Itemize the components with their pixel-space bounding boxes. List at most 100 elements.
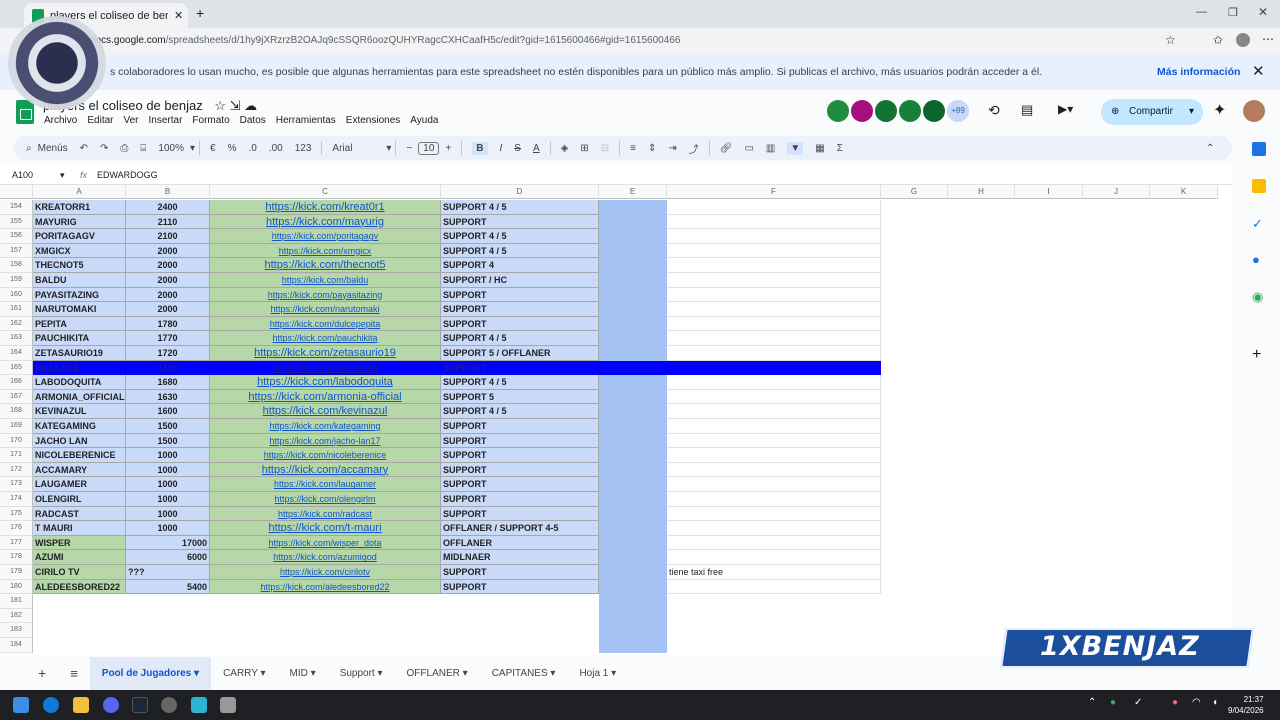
cell[interactable] <box>599 287 667 303</box>
notepad-icon[interactable] <box>191 697 207 713</box>
cell-name[interactable]: KATEGAMING <box>33 419 126 434</box>
increase-decimals-button[interactable]: .00 <box>269 143 283 154</box>
cell-role[interactable]: SUPPORT <box>441 492 599 507</box>
cell-mmr[interactable]: ??? <box>126 565 210 580</box>
cell[interactable] <box>599 579 667 595</box>
cell-kick-link[interactable]: https://kick.com/pauchikita <box>210 331 441 346</box>
tasks-icon[interactable]: ✓ <box>1252 216 1263 232</box>
cell-role[interactable]: SUPPORT 5 <box>441 389 599 405</box>
cell-kick-link[interactable]: https://kick.com/kategaming <box>210 419 441 434</box>
edge-icon[interactable] <box>43 697 59 713</box>
share-button[interactable]: ⊕ Compartir ▾ <box>1101 99 1203 125</box>
cell-role[interactable]: SUPPORT <box>441 214 599 230</box>
redo-icon[interactable]: ↷ <box>100 143 108 154</box>
row-number[interactable]: 157 <box>0 243 33 259</box>
cell-kick-link[interactable]: https://kick.com/radcast <box>210 506 441 522</box>
cell-kick-link[interactable]: https://kick.com/labodoquita <box>210 375 441 390</box>
close-window-icon[interactable]: ✕ <box>1258 5 1268 19</box>
user-avatar[interactable] <box>1243 100 1265 122</box>
cell[interactable] <box>599 506 667 522</box>
cell-kick-link[interactable]: https://kick.com/armonia-official <box>210 389 441 405</box>
cell-name[interactable]: ZETASAURIO19 <box>33 346 126 361</box>
gemini-icon[interactable]: ✦ <box>1213 100 1226 120</box>
obs-icon[interactable] <box>161 697 177 713</box>
cell[interactable] <box>599 448 667 463</box>
cell-role[interactable]: SUPPORT <box>441 316 599 332</box>
row-number[interactable]: 155 <box>0 214 33 230</box>
merge-cells-icon[interactable]: ⊟ <box>601 143 609 154</box>
cell-role[interactable]: SUPPORT 4 / 5 <box>441 375 599 390</box>
column-header-k[interactable]: K <box>1150 185 1218 199</box>
cell-mmr[interactable]: 17000 <box>126 535 210 551</box>
sheet-tab-hoja1[interactable]: Hoja 1 ▾ <box>567 657 628 690</box>
cell-note[interactable] <box>667 492 881 507</box>
steam-icon[interactable] <box>132 697 148 713</box>
cell-name[interactable]: ALEDEESBORED22 <box>33 579 126 595</box>
increase-font-size-icon[interactable]: + <box>445 143 451 154</box>
cell-note[interactable] <box>667 477 881 492</box>
cell-note[interactable] <box>667 316 881 332</box>
row-number[interactable]: 172 <box>0 462 33 478</box>
row-number[interactable]: 163 <box>0 331 33 346</box>
close-banner-icon[interactable]: ✕ <box>1252 54 1265 90</box>
percent-button[interactable]: % <box>228 143 237 154</box>
cell-role[interactable]: SUPPORT <box>441 579 599 595</box>
column-header-e[interactable]: E <box>599 185 667 199</box>
cell-note[interactable] <box>667 550 881 565</box>
share-dropdown-icon[interactable]: ▾ <box>1189 99 1194 125</box>
cell-name[interactable]: OLENGIRL <box>33 492 126 507</box>
cell-mmr[interactable]: 5400 <box>126 579 210 595</box>
column-header-f[interactable]: F <box>667 185 881 199</box>
spreadsheet-grid[interactable]: A B C D E F G H I J K 154 KREATORR1 2400 ht… <box>0 185 1232 655</box>
cell-note[interactable] <box>667 419 881 434</box>
cell-note[interactable] <box>667 521 881 536</box>
comments-icon[interactable]: ▤ <box>1021 102 1033 118</box>
cell-kick-link[interactable]: https://kick.com/t-mauri <box>210 521 441 536</box>
column-header-b[interactable]: B <box>126 185 210 199</box>
cell-note[interactable] <box>667 579 881 595</box>
cell-note[interactable] <box>667 346 881 361</box>
cell-mmr[interactable]: 1630 <box>126 389 210 405</box>
cell-name[interactable]: NICOLEBERENICE <box>33 448 126 463</box>
cell[interactable] <box>599 623 667 638</box>
cell-mmr[interactable]: 1600 <box>126 404 210 419</box>
cell-kick-link[interactable]: https://kick.com/payasitazing <box>210 287 441 303</box>
row-number[interactable]: 178 <box>0 550 33 565</box>
align-vertical-icon[interactable]: ⇕ <box>648 143 656 154</box>
text-rotation-icon[interactable]: ⤴ <box>689 141 699 156</box>
collapse-toolbar-icon[interactable]: ⌃ <box>1206 143 1214 154</box>
cell-mmr[interactable]: 2000 <box>126 243 210 259</box>
italic-icon[interactable]: I <box>500 143 503 154</box>
cell[interactable] <box>599 389 667 405</box>
bold-icon[interactable]: B <box>472 141 488 155</box>
cell-name[interactable]: LABODOQUITA <box>33 375 126 390</box>
row-number[interactable]: 165 <box>0 360 33 376</box>
cell-mmr[interactable]: 1000 <box>126 477 210 492</box>
cell-note[interactable] <box>667 360 881 376</box>
borders-icon[interactable]: ⊞ <box>580 143 588 154</box>
row-number[interactable]: 171 <box>0 448 33 463</box>
cell[interactable] <box>599 316 667 332</box>
row-number[interactable]: 170 <box>0 433 33 449</box>
all-sheets-icon[interactable]: ≡ <box>58 657 90 690</box>
collaborators-count[interactable]: +89 <box>947 100 969 122</box>
row-number[interactable]: 181 <box>0 594 33 609</box>
cell-name[interactable]: MAYURIG <box>33 214 126 230</box>
collaborator-avatar[interactable] <box>899 100 921 122</box>
url-field[interactable]: docs.google.com/spreadsheets/d/1hy9jXRzr… <box>90 32 1150 50</box>
cell-note[interactable]: tiene taxi free <box>667 565 881 580</box>
cell-role[interactable]: SUPPORT 4 / 5 <box>441 243 599 259</box>
cell-name[interactable]: LAUGAMER <box>33 477 126 492</box>
cell-role[interactable]: SUPPORT <box>441 477 599 492</box>
cell-mmr[interactable]: 1000 <box>126 506 210 522</box>
cell-mmr[interactable]: 1780 <box>126 316 210 332</box>
cell-kick-link[interactable]: https://kick.com/dulcepepita <box>210 316 441 332</box>
cell-name[interactable]: WALLACE <box>33 360 126 376</box>
column-header-i[interactable]: I <box>1015 185 1083 199</box>
chart-icon[interactable]: ▥ <box>766 143 775 154</box>
profile-avatar[interactable] <box>1236 33 1250 47</box>
close-tab-icon[interactable]: ✕ <box>174 9 183 22</box>
row-number[interactable]: 182 <box>0 608 33 624</box>
currency-button[interactable]: € <box>210 143 216 154</box>
cell-kick-link[interactable]: https://kick.com/laugamer <box>210 477 441 492</box>
